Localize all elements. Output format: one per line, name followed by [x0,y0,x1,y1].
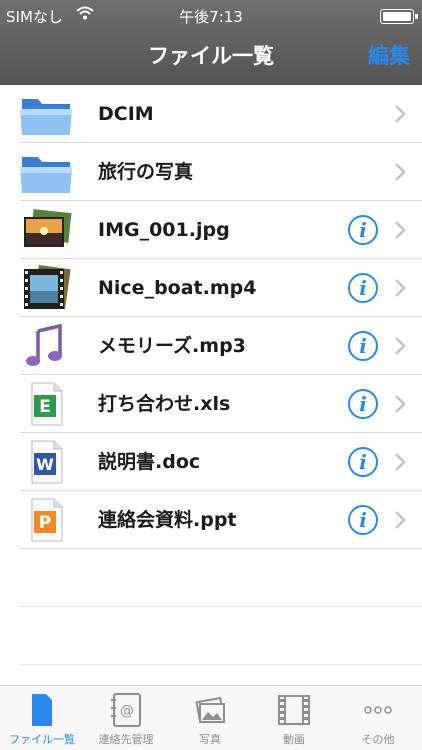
powerpoint-file-icon: P [31,498,63,542]
image-file-icon [24,209,72,247]
chevron-right-icon [395,221,406,239]
more-icon [364,706,392,714]
excel-file-icon: E [31,382,63,426]
tab-photos[interactable]: 写真 [168,690,252,750]
info-button[interactable]: i [348,389,378,419]
file-name: IMG_001.jpg [98,219,230,241]
chevron-right-icon [395,279,406,297]
chevron-right-icon [395,395,406,413]
file-row-excel[interactable]: E 打ち合わせ.xls i [20,375,422,433]
file-name: 打ち合わせ.xls [98,393,231,415]
tab-videos[interactable]: 動画 [252,690,336,750]
battery-icon [380,9,418,24]
film-icon [278,695,310,725]
chevron-right-icon [395,337,406,355]
file-row-word[interactable]: W 説明書.doc i [20,433,422,491]
info-button[interactable]: i [348,505,378,535]
file-row-powerpoint[interactable]: P 連絡会資料.ppt i [20,491,422,549]
tab-label: その他 [361,733,395,746]
tab-label: 写真 [199,733,221,746]
photos-icon [195,696,225,723]
file-name: 旅行の写真 [98,161,194,183]
file-name: DCIM [98,103,154,125]
svg-text:W: W [36,455,54,474]
edit-button[interactable]: 編集 [368,40,410,70]
svg-text:E: E [39,397,51,417]
empty-row [20,607,422,665]
chevron-right-icon [395,105,406,123]
file-list: DCIM 旅行の写真 IMG_001.jpg i Nice_boat.mp4 i… [0,85,422,665]
music-file-icon [26,323,62,366]
video-file-icon [24,265,71,310]
chevron-right-icon [395,453,406,471]
tab-label: 動画 [283,733,305,746]
file-name: 説明書.doc [98,451,201,473]
file-name: メモリーズ.mp3 [98,335,246,357]
file-name: 連絡会資料.ppt [98,509,237,531]
page-title: ファイル一覧 [148,44,274,68]
tab-file-list[interactable]: ファイル一覧 [0,690,84,750]
file-row-music[interactable]: メモリーズ.mp3 i [20,317,422,375]
folder-icon [20,99,72,135]
word-file-icon: W [31,440,63,484]
info-button[interactable]: i [348,273,378,303]
folder-icon [20,157,72,193]
file-row-travel-photos[interactable]: 旅行の写真 [20,143,422,201]
tab-label: ファイル一覧 [9,733,75,746]
chevron-right-icon [395,511,406,529]
empty-row [20,549,422,607]
file-row-img[interactable]: IMG_001.jpg i [20,201,422,259]
svg-text:@: @ [120,703,134,719]
clock: 午後7:13 [179,8,243,26]
contacts-icon: @ [111,693,141,727]
svg-text:P: P [39,513,51,533]
chevron-right-icon [395,163,406,181]
tab-more[interactable]: その他 [336,690,420,750]
tab-bar: ファイル一覧 @ 連絡先管理 写真 動画 その他 [0,685,422,750]
info-button[interactable]: i [348,215,378,245]
file-row-video[interactable]: Nice_boat.mp4 i [20,259,422,317]
tab-contacts[interactable]: @ 連絡先管理 [84,690,168,750]
info-button[interactable]: i [348,447,378,477]
tab-label: 連絡先管理 [98,733,154,746]
navigation-bar: SIMなし 午後7:13 ファイル一覧 編集 [0,0,422,85]
status-bar: SIMなし 午後7:13 [0,4,422,26]
file-list-icon [32,694,52,726]
info-button[interactable]: i [348,331,378,361]
file-row-dcim[interactable]: DCIM [20,85,422,143]
file-name: Nice_boat.mp4 [98,277,257,299]
